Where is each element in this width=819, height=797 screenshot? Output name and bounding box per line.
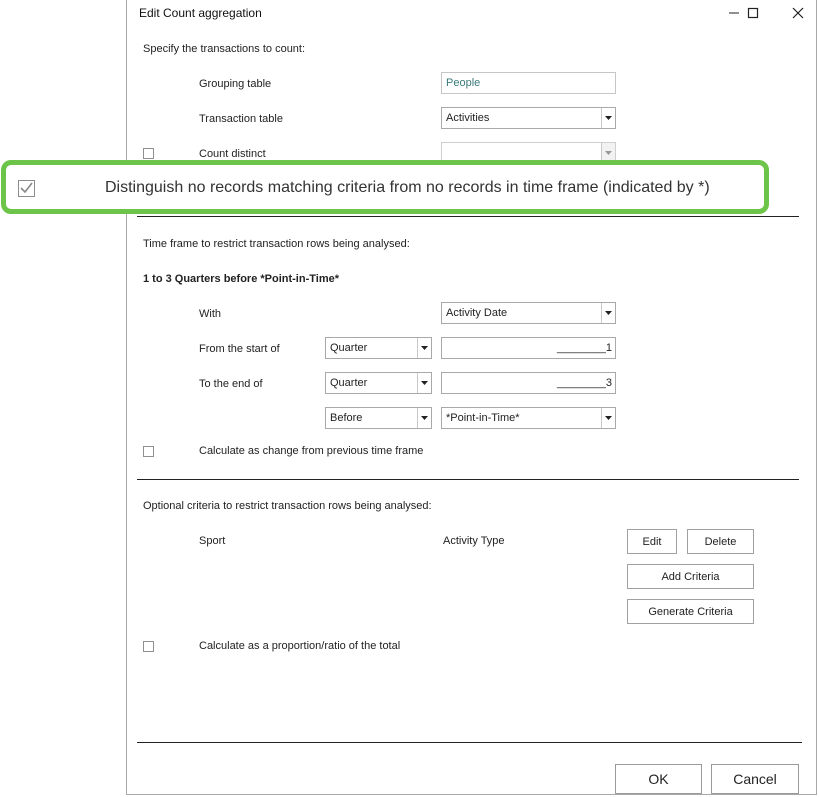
transaction-table-label: Transaction table: [199, 113, 283, 125]
footer-divider: [137, 742, 802, 743]
edit-count-aggregation-dialog: Edit Count aggregation Specify the trans…: [126, 0, 817, 795]
count-distinct-label: Count distinct: [199, 148, 266, 160]
timeframe-summary: 1 to 3 Quarters before *Point-in-Time*: [143, 273, 340, 285]
checkmark-icon: [20, 182, 33, 196]
dialog-title: Edit Count aggregation: [139, 6, 262, 20]
chevron-down-icon: [601, 408, 615, 428]
maximize-icon: [747, 7, 759, 19]
maximize-button[interactable]: [736, 0, 770, 26]
relation-value: Before: [330, 412, 363, 424]
highlight-callout: Distinguish no records matching criteria…: [1, 160, 769, 214]
with-label: With: [199, 308, 221, 320]
section-divider: [137, 216, 799, 217]
transaction-table-select[interactable]: Activities: [441, 107, 616, 129]
chevron-down-icon: [417, 338, 431, 358]
add-criteria-button[interactable]: Add Criteria: [627, 564, 754, 589]
criteria-column-sport: Sport: [199, 535, 226, 547]
from-start-label: From the start of: [199, 343, 280, 355]
grouping-table-field: People: [441, 72, 616, 94]
criteria-column-activity-type: Activity Type: [443, 535, 505, 547]
with-date-value: Activity Date: [446, 307, 508, 319]
cancel-button[interactable]: Cancel: [711, 764, 799, 794]
from-value-input[interactable]: ________1: [441, 337, 616, 359]
section-divider: [137, 479, 799, 480]
timeframe-heading: Time frame to restrict transaction rows …: [143, 238, 410, 250]
proportion-checkbox[interactable]: [143, 641, 154, 652]
to-unit-select[interactable]: Quarter: [325, 372, 432, 394]
relation-select[interactable]: Before: [325, 407, 432, 429]
chevron-down-icon: [601, 303, 615, 323]
point-in-time-select[interactable]: *Point-in-Time*: [441, 407, 616, 429]
ok-button[interactable]: OK: [615, 764, 702, 794]
chevron-down-icon: [417, 408, 431, 428]
proportion-label: Calculate as a proportion/ratio of the t…: [199, 640, 401, 652]
to-value-input[interactable]: ________3: [441, 372, 616, 394]
transactions-heading: Specify the transactions to count:: [143, 43, 306, 55]
distinguish-checkbox[interactable]: [18, 180, 35, 197]
close-icon: [792, 7, 804, 19]
to-unit-value: Quarter: [330, 377, 368, 389]
edit-button[interactable]: Edit: [627, 529, 677, 554]
change-checkbox[interactable]: [143, 446, 154, 457]
with-date-select[interactable]: Activity Date: [441, 302, 616, 324]
from-unit-select[interactable]: Quarter: [325, 337, 432, 359]
point-in-time-value: *Point-in-Time*: [446, 412, 520, 424]
generate-criteria-button[interactable]: Generate Criteria: [627, 599, 754, 624]
change-label: Calculate as change from previous time f…: [199, 445, 424, 457]
distinguish-label: Distinguish no records matching criteria…: [105, 179, 710, 196]
from-unit-value: Quarter: [330, 342, 368, 354]
to-end-label: To the end of: [199, 378, 263, 390]
close-button[interactable]: [781, 0, 815, 26]
count-distinct-checkbox[interactable]: [143, 148, 154, 159]
delete-button[interactable]: Delete: [687, 529, 754, 554]
transaction-table-value: Activities: [446, 112, 490, 124]
chevron-down-icon: [417, 373, 431, 393]
chevron-down-icon: [601, 108, 615, 128]
grouping-table-label: Grouping table: [199, 78, 272, 90]
criteria-heading: Optional criteria to restrict transactio…: [143, 500, 432, 512]
